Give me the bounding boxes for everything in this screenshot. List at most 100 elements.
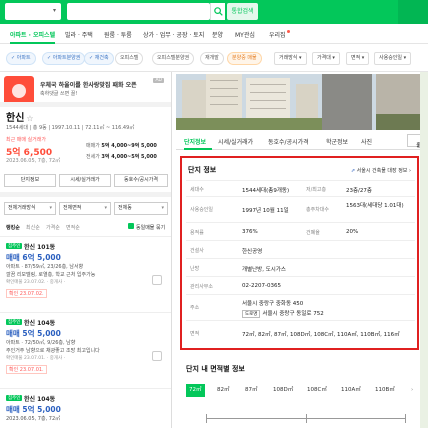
search-button[interactable] [210,3,225,20]
area-tab[interactable]: 82㎡ [214,384,233,397]
filter-chip-redevelopment[interactable]: 재개발 [200,52,224,65]
nav-item-villa[interactable]: 빌라 · 주택 [65,30,93,39]
list-item[interactable]: 집주인 한신 101동 매매 6억 5,000 아파트 · 87/59㎡, 23… [0,236,171,302]
area-tab[interactable]: 110A㎡ [338,384,364,397]
photo-icon[interactable] [152,275,162,285]
tab-unit-price[interactable]: 동호수/공시가격 [268,137,309,146]
complex-meta: 1544세대 | 총 9동 | 1997.10.11 | 72.11㎡ ~ 11… [6,125,135,131]
list-filter-row: 전체거래방식 전체면적 전체동 [4,202,168,215]
filter-chip-officetel[interactable]: 오피스텔 [115,52,144,65]
map-strip[interactable] [420,72,428,428]
main-nav: 아파트 · 오피스텔 빌라 · 주택 원룸 · 투룸 상가 · 업무 · 공장 … [0,24,428,44]
jeonse-range-value: 3억 4,000~5억 5,000 [101,154,157,160]
sort-ranking[interactable]: 랭킹순 [6,224,20,231]
info-value: 20% [346,229,359,235]
nav-item-commercial[interactable]: 상가 · 업무 · 공장 · 토지 [143,30,204,39]
top-search-bar: ▾ 통합검색 [0,0,428,24]
new-dot-icon [286,30,290,33]
info-value: 1544세대(총9개동) [242,188,290,194]
divider [0,102,171,107]
listing-desc: 깔끔 리모델링, 로열층, 학교 근처 입주가능 [6,272,96,278]
info-value: 72㎡, 82㎡, 87㎡, 108D㎡, 108C㎡, 110A㎡, 110B… [242,332,400,338]
road-address-tag: 도로명 [242,310,261,318]
all-search-button[interactable]: 통합검색 [227,3,258,20]
sort-latest[interactable]: 최신순 [26,224,40,231]
info-key: 면적 [190,331,200,337]
nav-item-myhome[interactable]: 우리집 [269,30,290,39]
filter-trade-type[interactable]: 거래방식 ▾ [274,52,307,65]
listing-spec: 아파트 · 72/50㎡, 9/26층, 남향 [6,340,76,346]
info-value: 23층/27층 [346,188,372,194]
search-input[interactable] [67,3,210,20]
list-item[interactable]: 집주인 한신 104동 매매 5억 5,000 아파트 · 72/50㎡, 9/… [0,312,171,378]
confirm-badge: 확인 23.07.01. [6,365,47,374]
info-key: 관리사무소 [190,284,214,290]
nav-item-apartment[interactable]: 아파트 · 오피스텔 [10,30,55,39]
trade-type-select[interactable]: 전체거래방식 [4,202,56,215]
complex-info-button[interactable]: 단지정보 [4,174,56,187]
tab-price[interactable]: 시세/실거래가 [218,137,253,146]
tab-photos[interactable]: 사진 [361,137,372,146]
filter-chip-reconstruction[interactable]: ✓ 재건축 [84,52,114,65]
sale-range-value: 5억 4,000~9억 5,000 [101,143,157,149]
complex-photo[interactable] [176,74,428,130]
area-tab[interactable]: 87㎡ [242,384,261,397]
info-row: 사용승인일 1997년 10월 11일 총주차대수 1563대(세대당 1.01… [186,196,415,222]
unit-price-button[interactable]: 동호수/공시가격 [114,174,168,187]
area-tab[interactable]: 108D㎡ [270,384,296,397]
chevron-down-icon: ▾ [52,7,56,14]
list-item[interactable]: 집주인 한신 104동 매매 5억 5,000 2023.06.05, 7층, … [0,388,171,428]
listing-name: 한신 101동 [24,244,56,251]
filter-chip-apartment-presale[interactable]: ✓ 아파트분양권 [42,52,86,65]
area-tab[interactable]: 110B㎡ [372,384,398,397]
search-icon [214,7,223,16]
group-checkbox[interactable] [128,223,134,229]
tab-school[interactable]: 학군정보 [326,137,348,146]
nav-item-oneroom[interactable]: 원룸 · 투룸 [104,30,132,39]
floor-plan [186,408,422,428]
group-label: 동일매물 묶기 [136,225,166,231]
listing-price: 매매 5억 5,000 [6,329,61,338]
photo-icon[interactable] [152,351,162,361]
plan-tick [306,414,307,423]
listing-spec: 아파트 · 87/59㎡, 23/26층, 남서향 [6,264,84,270]
info-value: 한신공영 [242,249,263,255]
complex-button-row: 단지정보 시세/실거래가 동호수/공시가격 [4,174,168,187]
complex-title: 한신 ☆ [6,109,34,124]
complex-list-panel: 우체국 하울이를 한사랑맞집 패화 오픈 축하댓글 쓰면 꿀! AD 한신 ☆ 1… [0,72,172,428]
tab-active-indicator [184,148,212,150]
filter-area[interactable]: 면적 ▾ [346,52,370,65]
sort-price[interactable]: 가격순 [46,224,60,231]
ad-tag: AD [153,78,164,83]
area-tab[interactable]: 72㎡ [186,384,205,397]
info-value: 서울시 중랑구 중화동 450 [242,301,304,307]
nav-item-my[interactable]: MY관심 [235,30,255,39]
building-select[interactable]: 전체동 [114,202,168,215]
search-type-select[interactable]: ▾ [5,3,61,20]
chevron-right-icon[interactable]: › [408,384,416,397]
listing-desc: 주인거주 남향으로 채광좋고 조망 최고입니다 [6,348,100,354]
filter-chip-apartment[interactable]: ✓ 아파트 [6,52,36,65]
favorite-star-icon[interactable]: ☆ [26,114,33,123]
nav-item-presale[interactable]: 분양 [212,30,223,39]
filter-approval-date[interactable]: 사용승인일 ▾ [374,52,412,65]
listing-agency: 확인매물 23.07.02. · 중개사 · [6,280,66,285]
info-value: 개별난방, 도시가스 [242,267,286,273]
price-history-button[interactable]: 시세/실거래가 [59,174,111,187]
area-tab[interactable]: 108C㎡ [304,384,330,397]
filter-bar: ✓ 아파트 ✓ 아파트분양권 ✓ 재건축 오피스텔 오피스텔분양권 재개발 분양… [0,44,428,72]
section-title: 단지 정보 [188,166,217,174]
sort-area[interactable]: 면적순 [66,224,80,231]
building-register-link[interactable]: ⇗ 서울시 건축물 대장 정보 › [351,167,411,174]
plan-tick [405,414,406,423]
road-address: 도로명 서울시 중랑구 동일로 752 [242,309,324,318]
recent-date: 2023.06.05, 7층, 72㎡ [6,158,61,164]
filter-chip-presale-listing[interactable]: 분양중 매물 [227,52,262,65]
info-key: 총주차대수 [306,207,330,213]
filter-chip-officetel-presale[interactable]: 오피스텔분양권 [152,52,195,65]
tab-complex-info[interactable]: 단지정보 [184,137,206,146]
area-select[interactable]: 전체면적 [59,202,111,215]
filter-price[interactable]: 가격대 ▾ [312,52,340,65]
sort-row: 랭킹순 최신순 가격순 면적순 동일매물 묶기 [6,223,168,234]
sale-range: 매매가 5억 4,000~9억 5,000 [86,142,157,149]
